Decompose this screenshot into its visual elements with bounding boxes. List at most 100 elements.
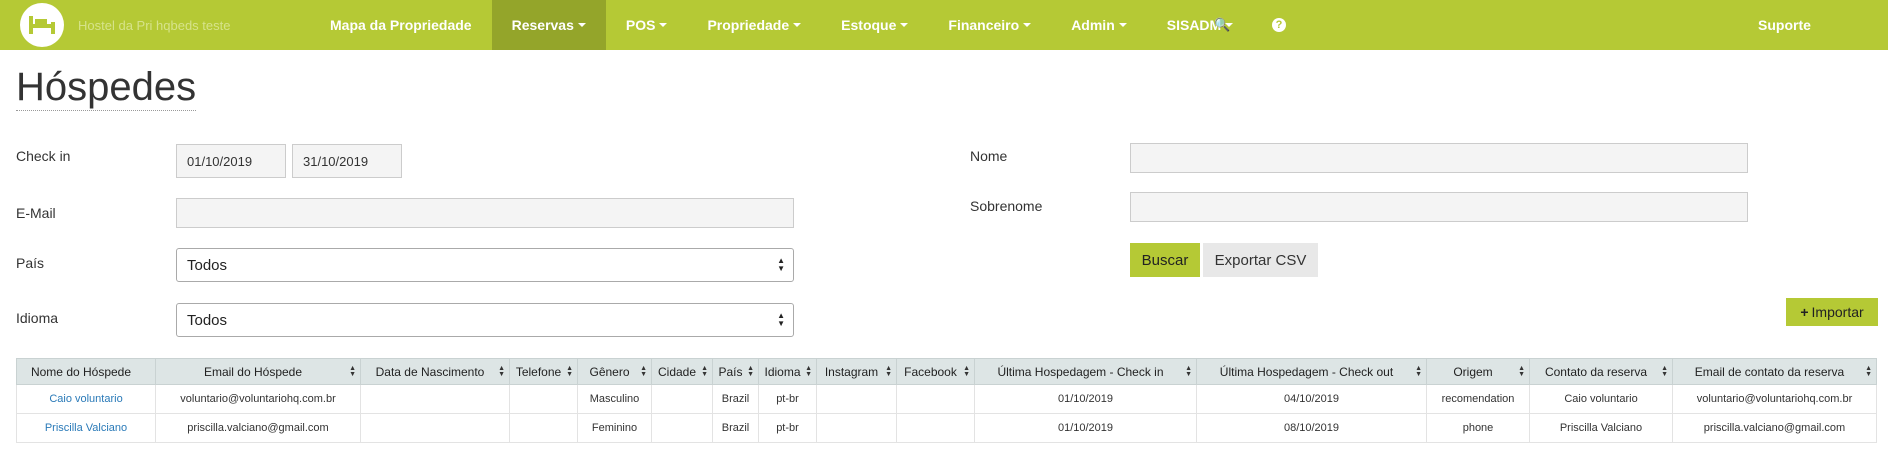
sort-icon: ▲ ▼	[805, 365, 812, 378]
column-header[interactable]: País ▲ ▼	[712, 358, 759, 385]
column-header-label: Telefone	[515, 364, 562, 379]
table-cell: Brazil	[712, 413, 759, 443]
table-cell: voluntario@voluntariohq.com.br	[155, 384, 361, 414]
nav-item-admin[interactable]: Admin	[1051, 0, 1147, 50]
sobrenome-field[interactable]	[1130, 192, 1748, 222]
sort-icon: ▲ ▼	[349, 365, 356, 378]
column-header[interactable]: Email do Hóspede ▲ ▼	[155, 358, 361, 385]
idioma-select[interactable]: Todos ▲ ▼	[176, 303, 794, 337]
caret-down-icon	[577, 23, 586, 27]
nome-label: Nome	[970, 148, 1008, 164]
table-cell: phone	[1426, 413, 1530, 443]
table-cell: voluntario@voluntariohq.com.br	[1672, 384, 1877, 414]
table-cell: priscilla.valciano@gmail.com	[1672, 413, 1877, 443]
column-header[interactable]: Última Hospedagem - Check in ▲ ▼	[974, 358, 1197, 385]
top-navbar: Hostel da Pri hqbeds teste Mapa da Propr…	[0, 0, 1888, 50]
guest-name-link[interactable]: Priscilla Valciano	[45, 422, 127, 434]
column-header[interactable]: Contato da reserva ▲ ▼	[1529, 358, 1673, 385]
caret-down-icon	[793, 23, 802, 27]
importar-label: Importar	[1811, 304, 1864, 320]
sort-icon: ▲ ▼	[498, 365, 505, 378]
nav-item-mapa-da-propriedade[interactable]: Mapa da Propriedade	[310, 0, 492, 50]
column-header[interactable]: Idioma ▲ ▼	[758, 358, 817, 385]
nav-item-propriedade[interactable]: Propriedade	[687, 0, 821, 50]
pais-select-value: Todos	[187, 256, 228, 274]
nav-item-reservas[interactable]: Reservas	[491, 0, 606, 50]
table-cell: Feminino	[577, 413, 652, 443]
nav-item-label: Reservas	[511, 17, 574, 33]
help-icon[interactable]: ?	[1252, 0, 1306, 50]
importar-button[interactable]: + Importar	[1786, 298, 1878, 326]
idioma-label: Idioma	[16, 310, 59, 326]
column-header[interactable]: Nome do Hóspede	[16, 358, 156, 385]
brand[interactable]: Hostel da Pri hqbeds teste	[0, 0, 310, 50]
column-header[interactable]: Data de Nascimento ▲ ▼	[360, 358, 510, 385]
nav-item-estoque[interactable]: Estoque	[821, 0, 928, 50]
caret-down-icon	[659, 23, 668, 27]
column-header-label: Nome do Hóspede	[30, 364, 132, 379]
column-header-label: Última Hospedagem - Check out	[1219, 364, 1394, 379]
sort-icon: ▲ ▼	[1415, 365, 1422, 378]
column-header-label: Cidade	[657, 364, 697, 379]
table-cell: pt-br	[758, 413, 817, 443]
sort-icon: ▲ ▼	[963, 365, 970, 378]
column-header-label: Idioma	[764, 364, 801, 379]
column-header-label: Facebook	[904, 364, 957, 379]
column-header[interactable]: Cidade ▲ ▼	[651, 358, 713, 385]
pais-label: País	[16, 255, 45, 271]
column-header[interactable]: Gênero ▲ ▼	[577, 358, 652, 385]
guests-table-wrap: Nome do Hóspede Email do Hóspede ▲ ▼ Data de…	[16, 358, 1877, 443]
column-header-label: Email do Hóspede	[203, 364, 303, 379]
idioma-select-value: Todos	[187, 311, 228, 329]
sort-icon: ▲ ▼	[701, 365, 708, 378]
column-header[interactable]: Origem ▲ ▼	[1426, 358, 1530, 385]
sort-icon: ▲ ▼	[1518, 365, 1525, 378]
column-header[interactable]: Instagram ▲ ▼	[816, 358, 897, 385]
column-header-label: Instagram	[824, 364, 879, 379]
nav-item-label: Financeiro	[948, 17, 1020, 33]
table-cell: 08/10/2019	[1196, 413, 1427, 443]
checkin-label: Check in	[16, 148, 71, 164]
page-title: Hóspedes	[16, 65, 197, 111]
checkin-to-input[interactable]	[292, 144, 402, 178]
table-cell: Priscilla Valciano	[16, 413, 156, 443]
table-cell	[816, 384, 897, 414]
column-header[interactable]: Email de contato da reserva ▲ ▼	[1672, 358, 1877, 385]
table-cell: Priscilla Valciano	[1529, 413, 1673, 443]
table-cell	[816, 413, 897, 443]
select-arrows-icon: ▲ ▼	[777, 311, 785, 328]
sort-icon: ▲ ▼	[885, 365, 892, 378]
column-header[interactable]: Telefone ▲ ▼	[509, 358, 578, 385]
column-header-label: Origem	[1453, 364, 1493, 379]
table-cell: recomendation	[1426, 384, 1530, 414]
table-cell: 01/10/2019	[974, 413, 1197, 443]
help-glyph: ?	[1272, 18, 1286, 32]
select-arrows-icon: ▲ ▼	[777, 256, 785, 273]
sort-icon: ▲ ▼	[566, 365, 573, 378]
table-cell	[896, 384, 975, 414]
checkin-from-input[interactable]	[176, 144, 286, 178]
column-header[interactable]: Facebook ▲ ▼	[896, 358, 975, 385]
column-header-label: País	[718, 364, 743, 379]
pais-select[interactable]: Todos ▲ ▼	[176, 248, 794, 282]
column-header[interactable]: Última Hospedagem - Check out ▲ ▼	[1196, 358, 1427, 385]
table-cell	[509, 384, 578, 414]
email-field[interactable]	[176, 198, 794, 228]
exportar-csv-button[interactable]: Exportar CSV	[1203, 243, 1318, 277]
table-header-row: Nome do Hóspede Email do Hóspede ▲ ▼ Data de…	[16, 358, 1877, 385]
table-cell: Masculino	[577, 384, 652, 414]
search-icon[interactable]: 🔍	[1194, 0, 1250, 50]
nav-support[interactable]: Suporte	[1738, 0, 1831, 50]
caret-down-icon	[900, 23, 909, 27]
nav-item-pos[interactable]: POS	[606, 0, 688, 50]
sort-icon: ▲ ▼	[1661, 365, 1668, 378]
column-header-label: Data de Nascimento	[375, 364, 485, 379]
nav-item-label: Mapa da Propriedade	[330, 17, 472, 33]
table-row: Caio voluntario voluntario@voluntariohq.c…	[16, 384, 1877, 414]
table-cell	[651, 413, 713, 443]
nome-field[interactable]	[1130, 143, 1748, 173]
guest-name-link[interactable]: Caio voluntario	[49, 393, 122, 405]
table-cell: Brazil	[712, 384, 759, 414]
buscar-button[interactable]: Buscar	[1130, 243, 1200, 277]
nav-item-financeiro[interactable]: Financeiro	[928, 0, 1051, 50]
